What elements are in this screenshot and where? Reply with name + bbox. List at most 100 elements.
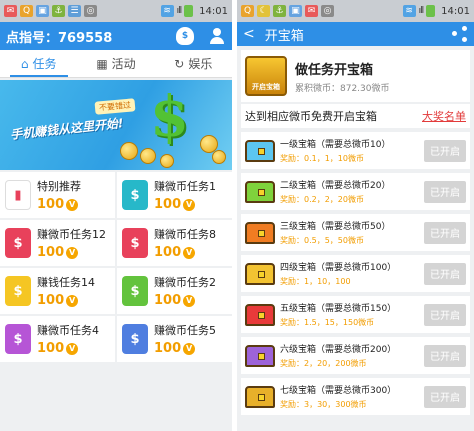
tab-bar: ⌂ 任务 ▦ 活动 ↻ 娱乐 xyxy=(0,50,232,78)
treasure-chest-icon xyxy=(245,180,275,203)
refresh-icon: ↻ xyxy=(174,56,185,71)
money-bag-icon: $ xyxy=(5,324,31,354)
android-icon: ◎ xyxy=(321,5,334,17)
clock: 14:01 xyxy=(441,5,470,17)
task-item[interactable]: ▮ 特别推荐 100 V xyxy=(0,172,115,218)
coin-icon: V xyxy=(183,198,196,211)
reward-amount: 100 xyxy=(37,197,65,212)
task-item[interactable]: $ 赚微币任务2 100 V xyxy=(117,268,232,314)
treasure-chest-icon xyxy=(245,262,275,285)
task-item[interactable]: $ 赚微币任务1 100 V xyxy=(117,172,232,218)
reward-amount: 100 xyxy=(37,293,65,308)
battery-icon xyxy=(184,5,194,17)
opened-button[interactable]: 已开启 xyxy=(424,262,466,285)
promo-banner[interactable]: 不要错过 手机赚钱从这里开始! $ xyxy=(0,80,232,170)
treasure-chest-icon xyxy=(245,344,275,367)
tab-entertainment[interactable]: ↻ 娱乐 xyxy=(155,50,232,77)
moon-icon: ☾ xyxy=(257,5,270,17)
opened-button[interactable]: 已开启 xyxy=(424,344,466,367)
chest-name: 二级宝箱（需要总微币20） xyxy=(280,181,391,191)
user-icon[interactable] xyxy=(208,27,226,45)
task-reward: 100 V xyxy=(154,341,216,356)
money-bag-icon: $ xyxy=(122,276,148,306)
chest-reward: 奖励：1，10，100 xyxy=(280,277,351,286)
money-bag-icon[interactable]: $ xyxy=(176,27,194,45)
qq-icon: Q xyxy=(241,5,254,17)
opened-button[interactable]: 已开启 xyxy=(424,303,466,326)
battery-icon xyxy=(426,5,436,17)
coin-icon: V xyxy=(66,198,79,211)
money-bag-icon: $ xyxy=(5,228,31,258)
signal-icon: ıll xyxy=(418,6,424,16)
chest-name: 六级宝箱（需要总微币200） xyxy=(280,345,397,355)
tab-tasks[interactable]: ⌂ 任务 xyxy=(0,50,77,77)
task-name: 赚微币任务1 xyxy=(154,180,216,193)
intro-title: 做任务开宝箱 xyxy=(295,62,374,78)
task-reward: 100 V xyxy=(37,293,95,308)
task-reward: 100 V xyxy=(154,245,216,260)
status-bar: Q ☾ ⚓ ▣ ✉ ◎ ≋ ıll 14:01 xyxy=(237,0,474,22)
winners-list-link[interactable]: 大奖名单 xyxy=(422,108,466,124)
intro-card: 开启宝箱 做任务开宝箱 累积微币：872.30微币 xyxy=(241,50,470,102)
task-name: 赚微币任务12 xyxy=(37,228,106,241)
chest-reward: 奖励：0.5，5，50微币 xyxy=(280,236,364,245)
opened-button[interactable]: 已开启 xyxy=(424,221,466,244)
usb-icon: ⚓ xyxy=(273,5,286,17)
coin-icon xyxy=(140,148,156,164)
task-item[interactable]: $ 赚钱任务14 100 V xyxy=(0,268,115,314)
opened-button[interactable]: 已开启 xyxy=(424,180,466,203)
notice-bar: 达到相应微币免费开启宝箱 大奖名单 xyxy=(241,104,470,128)
share-icon[interactable] xyxy=(452,26,468,42)
money-bag-icon: $ xyxy=(122,180,148,210)
accumulated-coins: 累积微币：872.30微币 xyxy=(295,83,390,94)
banner-badge: 不要错过 xyxy=(94,98,136,115)
opened-button[interactable]: 已开启 xyxy=(424,385,466,408)
task-item[interactable]: $ 赚微币任务5 100 V xyxy=(117,316,232,362)
tab-activities[interactable]: ▦ 活动 xyxy=(77,50,154,77)
task-item[interactable]: $ 赚微币任务4 100 V xyxy=(0,316,115,362)
opened-button[interactable]: 已开启 xyxy=(424,139,466,162)
points-id-label: 点指号：769558 xyxy=(6,30,113,46)
task-item[interactable]: $ 赚微币任务8 100 V xyxy=(117,220,232,266)
image-icon: ▣ xyxy=(36,5,49,17)
task-reward: 100 V xyxy=(154,197,216,212)
dollar-sign-icon: $ xyxy=(150,84,189,150)
message-icon: ☰ xyxy=(68,5,81,17)
task-grid: ▮ 特别推荐 100 V $ 赚微币任务1 100 V $ 赚微币任务12 100 V $ 赚微币任务8 1… xyxy=(0,172,232,362)
task-reward: 100 V xyxy=(37,341,99,356)
coin-icon xyxy=(212,150,226,164)
chest-reward: 奖励：0.1，1，10微币 xyxy=(280,154,364,163)
chest-reward: 奖励：3，30，300微币 xyxy=(280,400,367,409)
recommend-icon: ▮ xyxy=(5,180,31,210)
task-reward: 100 V xyxy=(37,245,106,260)
app-notification-icon: ✉ xyxy=(4,5,17,17)
treasure-chest-icon xyxy=(245,385,275,408)
chest-name: 一级宝箱（需要总微币10） xyxy=(280,140,391,150)
chest-row: 五级宝箱（需要总微币150） 奖励：1.5，15，150微币 已开启 xyxy=(241,296,470,333)
back-arrow-icon[interactable]: < xyxy=(243,26,255,42)
reward-amount: 100 xyxy=(154,245,182,260)
reward-amount: 100 xyxy=(154,341,182,356)
coin-icon: V xyxy=(183,294,196,307)
chest-list: 一级宝箱（需要总微币10） 奖励：0.1，1，10微币 已开启 二级宝箱（需要总微币2… xyxy=(237,132,474,415)
chest-row: 三级宝箱（需要总微币50） 奖励：0.5，5，50微币 已开启 xyxy=(241,214,470,251)
task-reward: 100 V xyxy=(154,293,216,308)
image-icon: ▣ xyxy=(289,5,302,17)
wifi-icon: ≋ xyxy=(402,5,416,17)
chest-row: 六级宝箱（需要总微币200） 奖励：2，20，200微币 已开启 xyxy=(241,337,470,374)
coin-icon: V xyxy=(66,294,79,307)
treasure-chest-screen: Q ☾ ⚓ ▣ ✉ ◎ ≋ ıll 14:01 < 开宝箱 开启宝箱 做任务开宝… xyxy=(237,0,474,431)
treasure-chest-icon: 开启宝箱 xyxy=(245,56,287,96)
coin-icon: V xyxy=(183,342,196,355)
reward-amount: 100 xyxy=(37,245,65,260)
task-item[interactable]: $ 赚微币任务12 100 V xyxy=(0,220,115,266)
active-tab-indicator xyxy=(10,75,68,77)
chest-row: 四级宝箱（需要总微币100） 奖励：1，10，100 已开启 xyxy=(241,255,470,292)
banner-slogan: 手机赚钱从这里开始! xyxy=(9,116,124,142)
chest-row: 七级宝箱（需要总微币300） 奖励：3，30，300微币 已开启 xyxy=(241,378,470,415)
signal-icon: ıll xyxy=(176,6,182,16)
coin-icon: V xyxy=(183,246,196,259)
app-notification-icon: ✉ xyxy=(305,5,318,17)
coin-icon: V xyxy=(66,246,79,259)
task-screen: ✉ Q ▣ ⚓ ☰ ◎ ≋ ıll 14:01 点指号：769558 $ ⌂ 任… xyxy=(0,0,232,431)
